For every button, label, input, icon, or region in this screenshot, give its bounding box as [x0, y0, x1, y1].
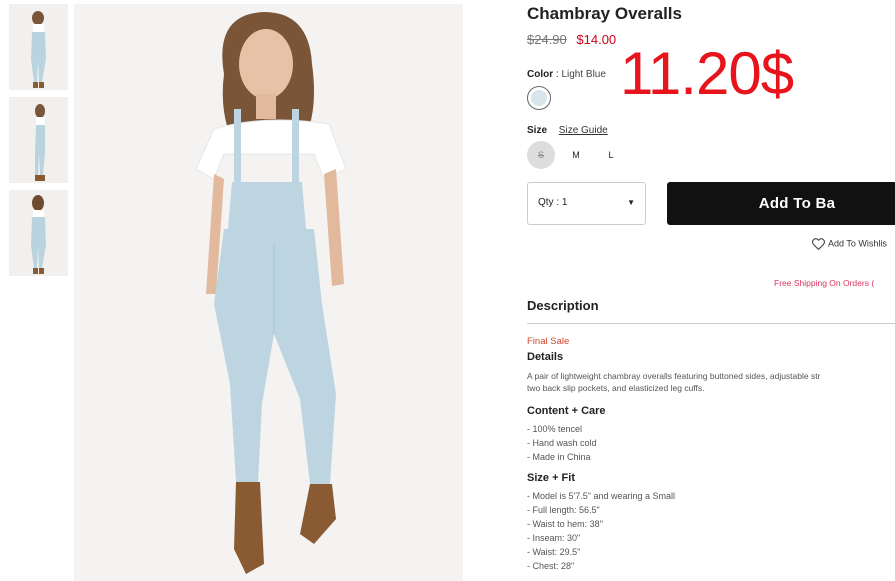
details-heading: Details [527, 351, 564, 363]
thumbnail-front[interactable] [9, 4, 68, 90]
size-fit-list: - Model is 5'7.5" and wearing a Small - … [527, 489, 675, 573]
details-paragraph: A pair of lightweight chambray overalls … [527, 370, 895, 394]
list-item: - 100% tencel [527, 424, 583, 434]
size-option-m[interactable]: M [562, 141, 590, 169]
color-label: Color : Light Blue [527, 69, 606, 80]
size-option-l[interactable]: L [597, 141, 625, 169]
wishlist-label: Add To Wishlis [828, 238, 887, 249]
overlay-price-annotation: 11.20$ [620, 40, 794, 107]
list-item: - Waist: 29.5" [527, 547, 581, 557]
add-to-bag-button[interactable]: Add To Ba [667, 182, 895, 225]
size-options: S M L [527, 141, 632, 169]
model-thumbnail-image [9, 190, 68, 276]
content-care-list: - 100% tencel - Hand wash cold - Made in… [527, 422, 597, 464]
color-value: Light Blue [561, 69, 606, 80]
size-row: Size Size Guide [527, 125, 608, 136]
content-care-heading: Content + Care [527, 405, 606, 417]
list-item: - Full length: 56.5" [527, 505, 600, 515]
list-item: - Waist to hem: 38" [527, 519, 603, 529]
quantity-label: Qty : 1 [538, 197, 568, 208]
thumbnail-side[interactable] [9, 97, 68, 183]
quantity-select[interactable]: Qty : 1 ▼ [527, 182, 646, 225]
details-line: A pair of lightweight chambray overalls … [527, 371, 821, 381]
color-swatch-light-blue[interactable] [527, 86, 551, 110]
heart-icon [812, 238, 825, 251]
product-title: Chambray Overalls [527, 4, 682, 23]
chevron-down-icon: ▼ [627, 198, 635, 207]
size-option-s[interactable]: S [527, 141, 555, 169]
model-photo [74, 4, 463, 581]
color-separator: : [555, 69, 559, 80]
price-row: $24.90 $14.00 [527, 32, 616, 47]
size-guide-link[interactable]: Size Guide [559, 125, 608, 136]
model-thumbnail-image [9, 97, 68, 183]
list-item: - Chest: 28" [527, 561, 575, 571]
details-line: two back slip pockets, and elasticized l… [527, 383, 705, 393]
model-thumbnail-image [9, 4, 68, 90]
add-to-wishlist-link[interactable]: Add To Wishlis [812, 238, 887, 251]
description-heading: Description [527, 298, 599, 313]
main-product-image[interactable] [74, 4, 463, 581]
size-fit-heading: Size + Fit [527, 472, 575, 484]
sale-price: $14.00 [576, 32, 617, 47]
free-shipping-banner: Free Shipping On Orders ( [774, 278, 875, 288]
original-price: $24.90 [527, 32, 567, 47]
size-label: Size [527, 125, 548, 136]
list-item: - Made in China [527, 452, 591, 462]
divider [527, 323, 895, 324]
list-item: - Model is 5'7.5" and wearing a Small [527, 491, 675, 501]
list-item: - Hand wash cold [527, 438, 597, 448]
list-item: - Inseam: 30" [527, 533, 581, 543]
color-label-text: Color [527, 69, 554, 80]
thumbnail-gallery [9, 4, 68, 283]
final-sale-label: Final Sale [527, 336, 570, 347]
thumbnail-back[interactable] [9, 190, 68, 276]
